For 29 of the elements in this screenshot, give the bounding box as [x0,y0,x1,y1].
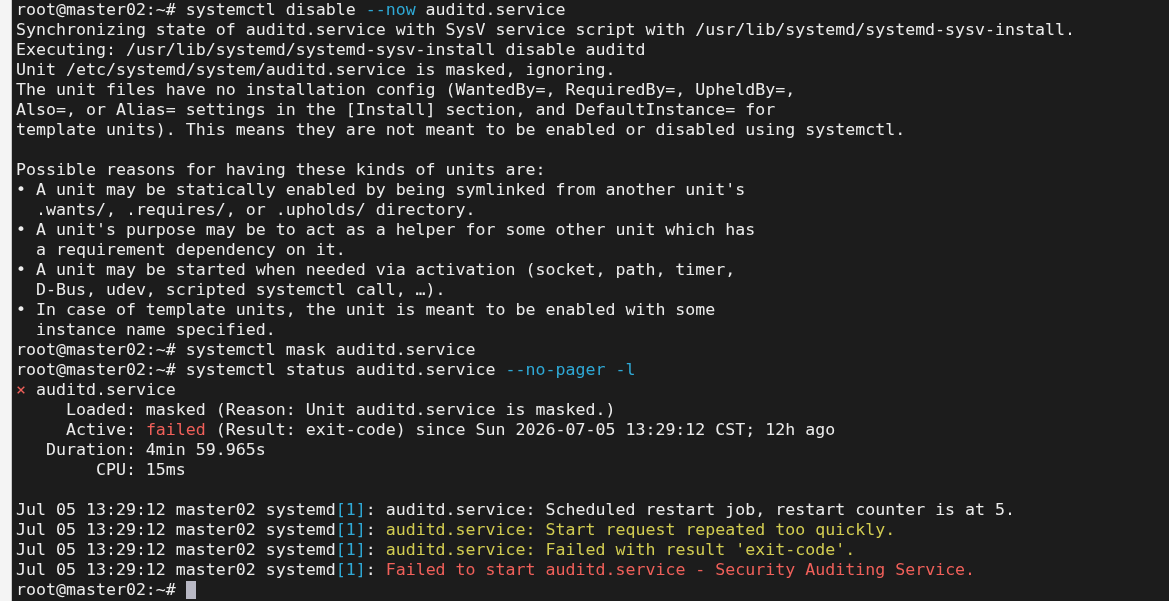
output-line: Active: failed (Result: exit-code) since Sun 2026-07-05 13:29:12 CST; 12h ago [64,420,836,440]
cursor [185,581,196,599]
output-line: • A unit may be started when needed via activation (socket, path, timer, [16,260,736,280]
output-line: Also=, or Alias= settings in the [Install] section, and DefaultInstance= for [16,100,776,120]
shell-prompt: root@master02:~# [16,580,177,600]
output-line: Jul 05 13:29:12 master02 systemd[1]: auditd.service: Failed with result 'exit-code'. [16,540,856,560]
output-line: Duration: 4min 59.965s [44,440,266,460]
output-line: Synchronizing state of auditd.service with SysV service script with /usr/lib/systemd/systemd-sysv-install. [16,20,1075,40]
command-line: root@master02:~# systemctl mask auditd.service [16,340,476,360]
output-line: • A unit may be statically enabled by being symlinked from another unit's [16,180,746,200]
output-line: Jul 05 13:29:12 master02 systemd[1]: Failed to start auditd.service - Security Auditing Service. [16,560,976,580]
output-line: CPU: 15ms [94,460,186,480]
output-line: Loaded: masked (Reason: Unit auditd.service is masked.) [64,400,616,420]
output-line: .wants/, .requires/, or .upholds/ directory. [34,200,476,220]
output-line: Executing: /usr/lib/systemd/systemd-sysv-install disable auditd [16,40,646,60]
output-line: a requirement dependency on it. [34,240,346,260]
output-line: Jul 05 13:29:12 master02 systemd[1]: auditd.service: Scheduled restart job, restart counter is at 5. [16,500,1016,520]
output-line: template units). This means they are not meant to be enabled or disabled using systemctl. [16,120,906,140]
output-line: Jul 05 13:29:12 master02 systemd[1]: auditd.service: Start request repeated too quickly. [16,520,896,540]
output-line: × auditd.service [16,380,176,400]
output-line: D-Bus, udev, scripted systemctl call, …). [34,280,446,300]
output-line: Possible reasons for having these kinds of units are: [16,160,546,180]
output-line: instance name specified. [34,320,276,340]
output-line: The unit files have no installation config (WantedBy=, RequiredBy=, UpheldBy=, [16,80,796,100]
output-line: • A unit's purpose may be to act as a helper for some other unit which has [16,220,756,240]
output-line: Unit /etc/systemd/system/auditd.service is masked, ignoring. [16,60,616,80]
command-line: root@master02:~# systemctl disable --now auditd.service [16,0,566,20]
command-line: root@master02:~# systemctl status auditd.service --no-pager -l [16,360,636,380]
output-line: • In case of template units, the unit is meant to be enabled with some [16,300,716,320]
